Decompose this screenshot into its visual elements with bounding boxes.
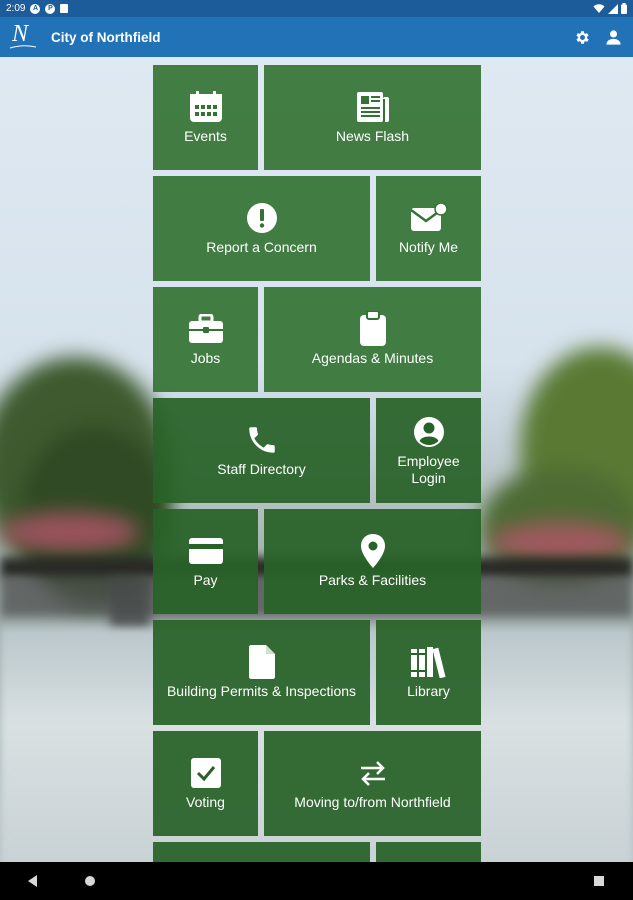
tile-label: Voting (186, 794, 225, 810)
system-nav-bar (0, 862, 633, 900)
tile-report-a-concern[interactable]: Report a Concern (153, 176, 370, 281)
credit-card-icon (188, 534, 224, 568)
tile-jobs[interactable]: Jobs (153, 287, 258, 392)
status-bar: 2:09 A P (0, 0, 633, 17)
tile-notify-me[interactable]: Notify Me (376, 176, 481, 281)
tile-employee-login[interactable]: Employee Login (376, 398, 481, 503)
map-pin-icon (360, 534, 386, 568)
home-button[interactable] (85, 876, 95, 886)
tile-pay[interactable]: Pay (153, 509, 258, 614)
tile-news-flash[interactable]: News Flash (264, 65, 481, 170)
signal-icon (608, 3, 618, 14)
tile-label: Report a Concern (206, 239, 317, 255)
tile-staff-directory[interactable]: Staff Directory (153, 398, 370, 503)
account-icon[interactable] (605, 29, 622, 46)
wifi-icon (593, 3, 605, 13)
tile-building-permits-inspections[interactable]: Building Permits & Inspections (153, 620, 370, 725)
mail-notify-icon (409, 201, 448, 235)
tile-parks-facilities[interactable]: Parks & Facilities (264, 509, 481, 614)
tile-label: Parks & Facilities (318, 572, 427, 588)
newspaper-icon (356, 90, 390, 124)
recents-button[interactable] (594, 876, 604, 886)
tile-events[interactable]: Events (153, 65, 258, 170)
tile-voting[interactable]: Voting (153, 731, 258, 836)
tile-label: Jobs (190, 350, 221, 366)
notification-square-icon (60, 4, 69, 13)
alert-icon (246, 201, 278, 235)
status-time: 2:09 (6, 3, 26, 14)
tile-label: Agendas & Minutes (311, 350, 434, 366)
back-button[interactable] (28, 875, 37, 887)
battery-icon (621, 3, 627, 14)
tile-label: Building Permits & Inspections (166, 683, 357, 699)
tile-label: Staff Directory (217, 461, 306, 477)
settings-icon[interactable] (574, 29, 591, 46)
calendar-icon (189, 90, 223, 124)
clipboard-icon (359, 311, 387, 346)
tile-label: Library (407, 683, 450, 699)
logo-swoosh (10, 45, 36, 49)
briefcase-icon (188, 312, 224, 346)
tile-label: Employee Login (397, 452, 460, 486)
books-icon (410, 645, 448, 679)
app-bar: N City of Northfield (0, 17, 633, 57)
phone-icon (245, 423, 279, 457)
tile-label: Pay (193, 572, 218, 588)
document-icon (248, 645, 276, 679)
tile-label: Events (184, 128, 227, 144)
tile-moving-to-from-northfield[interactable]: Moving to/from Northfield (264, 731, 481, 836)
checkbox-icon (190, 756, 222, 790)
tile-label: Notify Me (398, 239, 459, 255)
tile-library[interactable]: Library (376, 620, 481, 725)
tile-label: Moving to/from Northfield (294, 794, 451, 810)
a-badge-icon: A (30, 3, 41, 14)
p-badge-icon: P (45, 3, 56, 14)
swap-arrows-icon (358, 756, 388, 790)
app-title: City of Northfield (51, 29, 161, 45)
city-logo: N (8, 21, 42, 52)
tile-label: News Flash (335, 128, 410, 144)
tile-agendas-minutes[interactable]: Agendas & Minutes (264, 287, 481, 392)
account-circle-icon (413, 415, 445, 449)
